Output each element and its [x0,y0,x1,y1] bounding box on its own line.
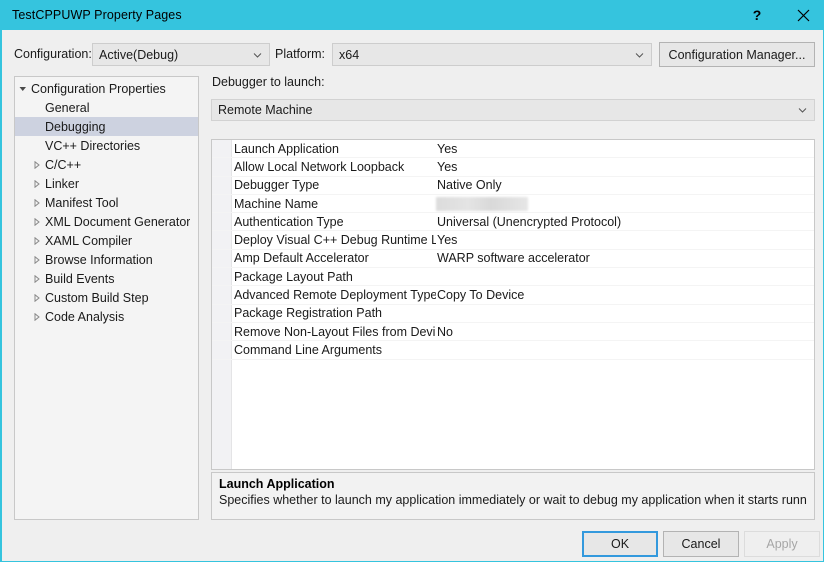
sidebar-item-c-c[interactable]: C/C++ [15,155,198,174]
chevron-down-icon [253,50,262,59]
sidebar-item-label: Build Events [45,271,115,286]
triangle-right-icon[interactable] [29,217,45,226]
apply-button: Apply [744,531,820,557]
triangle-right-icon[interactable] [29,312,45,321]
property-grid-rows: Launch Application Yes Allow Local Network… [212,140,814,360]
sidebar-item-configuration-properties[interactable]: Configuration Properties [15,79,198,98]
sidebar-item-label: Debugging [45,119,106,134]
sidebar-item-label: Code Analysis [45,309,125,324]
triangle-right-icon[interactable] [29,198,45,207]
sidebar-item-label: VC++ Directories [45,138,141,153]
sidebar-item-label: Browse Information [45,252,153,267]
platform-value: x64 [339,47,360,62]
property-row[interactable]: Authentication Type Universal (Unencrypte… [212,213,814,232]
triangle-right-icon[interactable] [29,255,45,264]
property-name: Package Registration Path [234,306,383,321]
close-icon[interactable] [780,0,823,30]
sidebar-item-xaml-compiler[interactable]: XAML Compiler [15,231,198,250]
property-grid[interactable]: Launch Application Yes Allow Local Network… [211,139,815,470]
debugger-to-launch-select[interactable]: Remote Machine [211,99,815,121]
ok-button[interactable]: OK [582,531,658,557]
property-name: Machine Name [234,196,319,211]
property-value[interactable]: No [437,325,810,339]
sidebar-item-label: Configuration Properties [31,81,166,96]
platform-label: Platform: [275,47,326,61]
triangle-right-icon[interactable] [29,179,45,188]
property-row[interactable]: Remove Non-Layout Files from Devic No [212,323,814,342]
description-title: Launch Application [219,477,335,491]
chevron-down-icon [798,106,807,115]
sidebar-item-general[interactable]: General [15,98,198,117]
property-row[interactable]: Package Layout Path [212,268,814,287]
configuration-manager-button[interactable]: Configuration Manager... [659,42,815,67]
property-value[interactable]: Universal (Unencrypted Protocol) [437,215,810,229]
title-bar-buttons: ? [734,0,823,30]
triangle-right-icon[interactable] [29,274,45,283]
property-row[interactable]: Debugger Type Native Only [212,177,814,195]
platform-select[interactable]: x64 [332,43,652,66]
property-name: Launch Application [234,141,339,156]
configuration-tree: Configuration Properties General Debugging… [15,77,198,326]
property-name: Command Line Arguments [234,342,382,357]
property-row[interactable]: Deploy Visual C++ Debug Runtime Li Yes [212,231,814,250]
sidebar-item-label: XAML Compiler [45,233,133,248]
debugger-to-launch-value: Remote Machine [218,103,313,117]
configuration-tree-panel: Configuration Properties General Debugging… [14,76,199,520]
chevron-down-icon [635,50,644,59]
sidebar-item-label: Custom Build Step [45,290,149,305]
triangle-right-icon[interactable] [29,236,45,245]
configuration-select[interactable]: Active(Debug) [92,43,270,66]
property-row[interactable]: Package Registration Path [212,305,814,323]
cancel-button[interactable]: Cancel [663,531,739,557]
property-row[interactable]: Amp Default Accelerator WARP software acc… [212,250,814,269]
property-value[interactable]: Native Only [437,178,810,192]
property-row[interactable]: Machine Name [212,195,814,214]
sidebar-item-label: C/C++ [45,157,82,172]
redacted-value [436,196,528,211]
sidebar-item-debugging[interactable]: Debugging [15,117,198,136]
property-name: Deploy Visual C++ Debug Runtime Li [234,233,436,248]
sidebar-item-label: General [45,100,90,115]
sidebar-item-build-events[interactable]: Build Events [15,269,198,288]
property-value[interactable]: Yes [437,160,810,174]
property-value[interactable]: Yes [437,233,810,247]
description-panel: Launch Application Specifies whether to … [211,472,815,520]
property-name: Remove Non-Layout Files from Devic [234,324,436,339]
sidebar-item-browse-information[interactable]: Browse Information [15,250,198,269]
help-icon[interactable]: ? [734,0,780,30]
property-name: Amp Default Accelerator [234,251,369,266]
property-row[interactable]: Command Line Arguments [212,341,814,360]
property-name: Debugger Type [234,178,320,193]
property-value[interactable]: WARP software accelerator [437,251,810,265]
sidebar-item-xml-document-generator[interactable]: XML Document Generator [15,212,198,231]
property-row[interactable]: Advanced Remote Deployment Type Copy To D… [212,286,814,305]
sidebar-item-manifest-tool[interactable]: Manifest Tool [15,193,198,212]
sidebar-item-label: Linker [45,176,80,191]
window-title: TestCPPUWP Property Pages [12,8,182,22]
property-name: Allow Local Network Loopback [234,159,405,174]
property-pages-window: TestCPPUWP Property Pages ? Configuratio… [0,0,824,562]
configuration-label: Configuration: [14,47,92,61]
sidebar-item-vc-directories[interactable]: VC++ Directories [15,136,198,155]
property-row[interactable]: Allow Local Network Loopback Yes [212,158,814,177]
sidebar-item-label: Manifest Tool [45,195,119,210]
property-name: Authentication Type [234,214,344,229]
configuration-value: Active(Debug) [99,47,179,62]
property-value[interactable]: Copy To Device [437,288,810,302]
triangle-down-icon[interactable] [15,85,31,93]
triangle-right-icon[interactable] [29,160,45,169]
property-name: Advanced Remote Deployment Type [234,288,436,303]
property-value[interactable]: Yes [437,142,810,156]
property-row[interactable]: Launch Application Yes [212,140,814,159]
property-name: Package Layout Path [234,269,353,284]
title-bar: TestCPPUWP Property Pages ? [2,0,823,30]
debugger-to-launch-label: Debugger to launch: [212,75,325,89]
sidebar-item-linker[interactable]: Linker [15,174,198,193]
sidebar-item-label: XML Document Generator [45,214,191,229]
sidebar-item-code-analysis[interactable]: Code Analysis [15,307,198,326]
triangle-right-icon[interactable] [29,293,45,302]
sidebar-item-custom-build-step[interactable]: Custom Build Step [15,288,198,307]
description-text: Specifies whether to launch my applicati… [219,493,807,507]
